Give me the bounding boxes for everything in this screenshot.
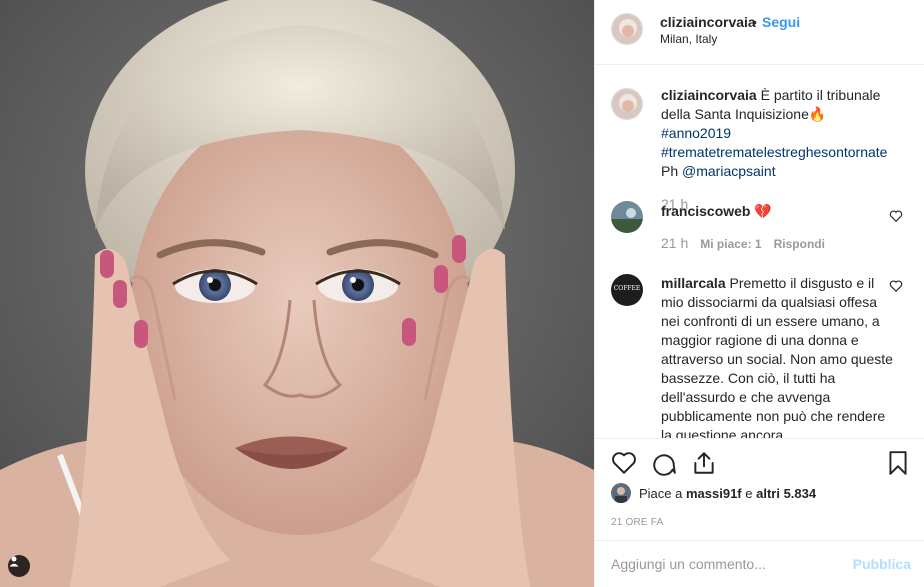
comment-icon[interactable] — [651, 450, 677, 476]
likes-text: Piace a massi91f e altri 5.834 — [639, 486, 816, 501]
commenter-avatar[interactable] — [611, 201, 643, 233]
publish-button[interactable]: Pubblica — [853, 556, 911, 572]
liker-avatar[interactable] — [611, 483, 631, 503]
user-tag-icon[interactable] — [8, 555, 30, 577]
instagram-post: cliziaincorvaia • Segui Milan, Italy cli… — [0, 0, 924, 587]
likes-middle: e — [741, 485, 757, 501]
caption-text-2: Ph — [661, 163, 683, 179]
post-header: cliziaincorvaia • Segui Milan, Italy — [595, 0, 924, 65]
coffee-logo-text: COFFEE — [613, 285, 641, 292]
hashtag-anno2019[interactable]: #anno2019 — [661, 125, 731, 141]
likes-count[interactable]: altri 5.834 — [756, 486, 816, 501]
liker-username[interactable]: massi91f — [686, 486, 742, 501]
commenter-avatar[interactable]: COFFEE — [611, 274, 643, 306]
reply-button[interactable]: Rispondi — [774, 237, 825, 251]
comment-username[interactable]: franciscoweb — [661, 203, 750, 219]
comment-input[interactable] — [611, 549, 841, 579]
post-location[interactable]: Milan, Italy — [660, 32, 717, 46]
mention-photographer[interactable]: @mariacpsaint — [682, 163, 776, 179]
comment-time[interactable]: 21 h — [661, 235, 688, 251]
heart-icon[interactable] — [611, 450, 637, 476]
follow-button[interactable]: Segui — [762, 14, 800, 30]
comment-heart-icon[interactable] — [889, 279, 903, 293]
add-comment-bar: Pubblica — [595, 540, 924, 587]
likes-prefix: Piace a — [639, 485, 686, 501]
post-time[interactable]: 21 ORE FA — [611, 517, 663, 528]
author-username[interactable]: cliziaincorvaia — [660, 14, 756, 30]
separator-dot: • — [752, 14, 757, 30]
likes-summary: Piace a massi91f e altri 5.834 — [611, 483, 816, 503]
comments-list[interactable]: cliziaincorvaia È partito il tribunale d… — [595, 66, 924, 438]
caption-avatar[interactable] — [611, 88, 643, 120]
comment-text: franciscoweb 💔 — [661, 202, 893, 221]
hashtag-streghe[interactable]: #trematetrematelestreghesontornate — [661, 144, 887, 160]
comment-username[interactable]: millarcala — [661, 275, 726, 291]
comment-meta: 21 h Mi piace: 1 Rispondi — [661, 235, 825, 251]
share-icon[interactable] — [691, 450, 717, 476]
post-actions: Piace a massi91f e altri 5.834 21 ORE FA — [595, 438, 924, 540]
fire-emoji: 🔥 — [808, 106, 827, 122]
comment-likes[interactable]: Mi piace: 1 — [700, 237, 761, 251]
comment-heart-icon[interactable] — [889, 209, 903, 223]
caption-username[interactable]: cliziaincorvaia — [661, 87, 757, 103]
comment-content: Premetto il disgusto e il mio dissociarm… — [661, 275, 893, 438]
bookmark-icon[interactable] — [885, 450, 911, 476]
post-sidebar: cliziaincorvaia • Segui Milan, Italy cli… — [594, 0, 924, 587]
caption-text: cliziaincorvaia È partito il tribunale d… — [661, 86, 893, 181]
portrait-photo-illustration — [0, 0, 594, 587]
author-avatar[interactable] — [611, 13, 643, 45]
post-photo[interactable] — [0, 0, 594, 587]
comment-text: millarcala Premetto il disgusto e il mio… — [661, 274, 893, 438]
comment-content: 💔 — [754, 203, 772, 219]
